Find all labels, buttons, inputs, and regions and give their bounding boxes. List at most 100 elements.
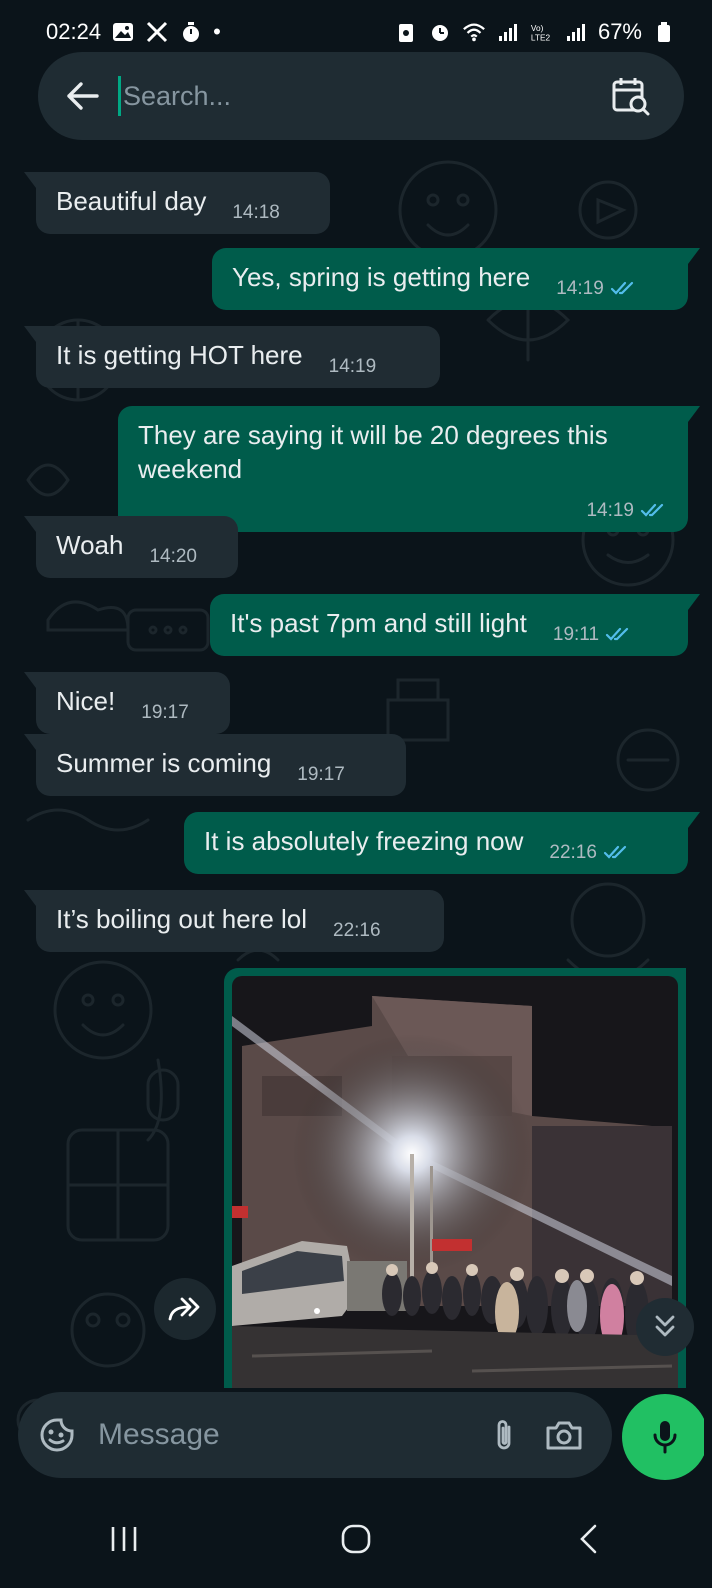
battery-icon: [652, 20, 676, 44]
back-button[interactable]: [46, 52, 118, 140]
incoming-message[interactable]: It is getting HOT here 14:19: [24, 326, 440, 388]
read-receipt-icon: [610, 270, 638, 304]
message-text: Nice!: [56, 686, 116, 716]
battery-percent: 67%: [597, 19, 642, 44]
gallery-notification-icon: [111, 20, 135, 44]
incoming-message[interactable]: It’s boiling out here lol 22:16: [24, 890, 444, 952]
message-text: Summer is coming: [56, 748, 272, 778]
incoming-message[interactable]: Woah 14:20: [24, 516, 238, 578]
search-bar: Search...: [38, 52, 684, 140]
read-receipt-icon: [605, 616, 633, 650]
recent-apps-button[interactable]: [74, 1499, 174, 1579]
search-by-date-button[interactable]: [600, 66, 660, 126]
read-receipt-icon: [603, 834, 631, 868]
outgoing-message[interactable]: It's past 7pm and still light 19:11: [210, 594, 700, 656]
message-time: 22:16: [333, 920, 381, 941]
message-text: It is getting HOT here: [56, 340, 303, 370]
calendar-search-icon: [612, 78, 650, 116]
home-icon: [341, 1524, 371, 1554]
search-input[interactable]: Search...: [118, 52, 600, 140]
bubble-tail: [24, 672, 36, 688]
message-time: 19:17: [141, 702, 189, 723]
message-text: It’s boiling out here lol: [56, 904, 308, 934]
attach-button[interactable]: [474, 1392, 534, 1478]
bubble-tail: [688, 248, 700, 264]
volte-icon: Vo) LTE2: [530, 20, 554, 44]
bubble-tail: [688, 406, 700, 422]
clock: 02:24: [46, 19, 102, 44]
message-time: 22:16: [549, 842, 597, 863]
battery-saver-icon: [394, 20, 418, 44]
back-nav-button[interactable]: [538, 1499, 638, 1579]
svg-text:LTE2: LTE2: [531, 32, 551, 42]
paperclip-icon: [497, 1420, 511, 1450]
message-meta: 14:19: [303, 340, 377, 377]
incoming-message[interactable]: Beautiful day 14:18: [24, 172, 330, 234]
double-chevron-down-icon: [655, 1315, 675, 1337]
message-time: 14:19: [556, 278, 604, 299]
sticker-icon: [40, 1418, 74, 1452]
text-cursor: [118, 76, 121, 116]
message-meta: 19:11: [527, 608, 633, 645]
outgoing-message[interactable]: Yes, spring is getting here 14:19: [212, 248, 700, 310]
message-time: 14:20: [149, 546, 197, 567]
alarm-icon: [428, 20, 452, 44]
forward-icon: [168, 1297, 200, 1321]
camera-button[interactable]: [534, 1392, 594, 1478]
forward-button[interactable]: [154, 1278, 216, 1340]
bubble-tail: [24, 734, 36, 750]
message-text: Beautiful day: [56, 186, 207, 216]
arrow-left-icon: [67, 82, 99, 110]
message-meta: 14:19: [530, 262, 638, 299]
microphone-icon: [653, 1421, 677, 1454]
message-input[interactable]: Message: [90, 1418, 474, 1452]
incoming-message[interactable]: Nice! 19:17: [24, 672, 230, 734]
home-button[interactable]: [306, 1499, 406, 1579]
message-meta: 19:17: [271, 748, 345, 785]
emoji-sticker-button[interactable]: [24, 1392, 90, 1478]
message-time: 19:17: [297, 764, 345, 785]
bubble-tail: [688, 594, 700, 610]
message-time: 14:19: [586, 500, 634, 521]
message-time: 14:19: [328, 356, 377, 377]
scroll-to-bottom-button[interactable]: [636, 1298, 694, 1356]
read-receipt-icon: [640, 492, 668, 526]
message-time: 14:18: [232, 202, 280, 223]
message-meta: 22:16: [307, 904, 381, 941]
incoming-message[interactable]: Summer is coming 19:17: [24, 734, 406, 796]
voice-message-button[interactable]: [622, 1394, 704, 1480]
bubble-tail: [24, 172, 36, 188]
message-meta: 14:18: [206, 186, 280, 223]
recent-apps-icon: [111, 1527, 137, 1551]
tram-night-photo[interactable]: [232, 976, 678, 1388]
message-meta: 14:20: [123, 530, 197, 567]
outgoing-message[interactable]: It is absolutely freezing now 22:16: [184, 812, 700, 874]
message-text: Yes, spring is getting here: [232, 262, 531, 292]
wifi-icon: [462, 20, 486, 44]
timer-notification-icon: [179, 20, 203, 44]
signal-icon: [496, 20, 520, 44]
back-chevron-icon: [580, 1524, 597, 1554]
search-placeholder: Search...: [123, 80, 232, 111]
bubble-tail: [24, 890, 36, 906]
message-meta: 22:16: [523, 826, 631, 863]
message-time: 19:11: [552, 624, 600, 645]
message-text: It is absolutely freezing now: [204, 826, 524, 856]
bubble-tail: [24, 326, 36, 342]
system-navigation-bar: [8, 1490, 704, 1588]
message-composer: Message: [18, 1392, 612, 1478]
message-text: Woah: [56, 530, 124, 560]
bubble-tail: [24, 516, 36, 532]
x-notification-icon: [145, 20, 169, 44]
message-text: They are saying it will be 20 degrees th…: [138, 420, 608, 484]
bubble-tail: [688, 812, 700, 828]
photo-message[interactable]: [224, 968, 686, 1388]
message-text: It's past 7pm and still light: [230, 608, 527, 638]
outgoing-message[interactable]: They are saying it will be 20 degrees th…: [118, 406, 700, 532]
camera-icon: [546, 1421, 582, 1450]
signal-2-icon: [564, 20, 588, 44]
more-notifications-dot: •: [213, 19, 221, 44]
message-meta: 14:19: [138, 482, 668, 521]
message-meta: 19:17: [115, 686, 189, 723]
chat-screen: 02:24 • Vo) LTE2 67% Search... Beautiful…: [8, 0, 704, 1588]
